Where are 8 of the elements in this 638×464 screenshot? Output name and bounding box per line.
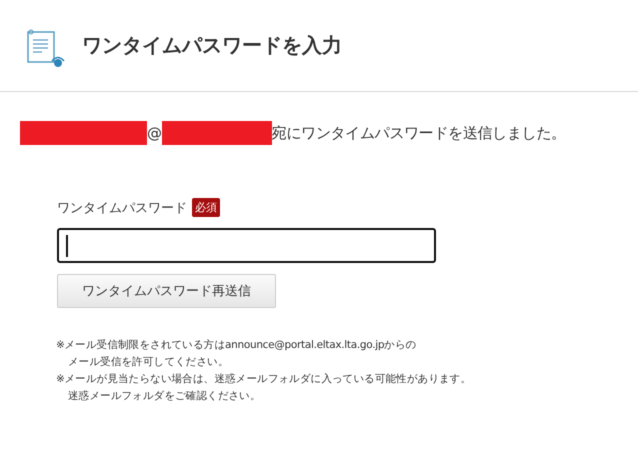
page-title: ワンタイムパスワードを入力 [82, 32, 342, 59]
required-badge: 必須 [192, 198, 220, 217]
note-text: ※メールが見当たらない場合は、迷惑メールフォルダに入っている可能性があります。 迷惑メールフォルダをご確認ください。 [56, 372, 472, 404]
message-text: @ [147, 124, 162, 142]
note-text: ※メール受信制限をされている方はannounce@portal.eltax.lta.go.jpからの メール受信を許可してください。 [56, 338, 418, 370]
field-label: ワンタイムパスワード [57, 200, 187, 216]
resend-button[interactable]: ワンタイムパスワード再送信 [57, 274, 276, 308]
message-text: 宛にワンタイムパスワードを送信しました。 [272, 124, 566, 142]
